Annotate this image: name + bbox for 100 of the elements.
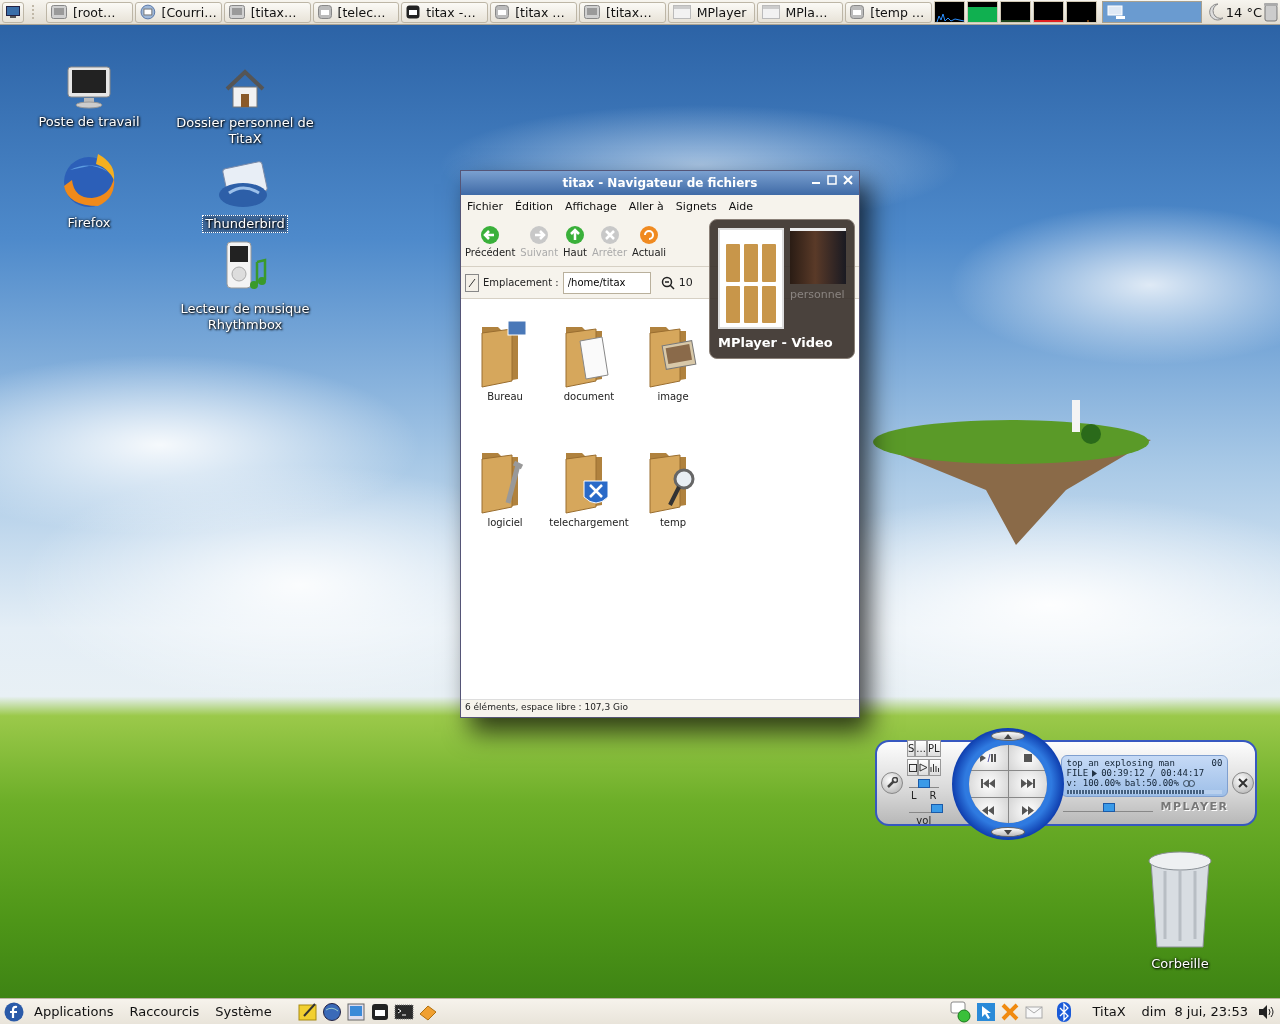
playlist-toggle-button[interactable] [918,759,930,776]
workspace-switcher[interactable] [1102,1,1202,23]
transport-button[interactable] [969,745,1008,771]
equalizer-button[interactable] [929,759,941,776]
skin-button[interactable]: ... [915,740,927,757]
computer-icon [5,6,20,18]
panel-menu[interactable]: Raccourcis [123,1004,206,1019]
console-icon[interactable] [393,1001,414,1022]
time-readout: 00:39:12 / 00:44:17 [1101,768,1205,778]
system-monitor-graph [1033,1,1065,23]
icon-label: Firefox [66,214,112,232]
transport-button[interactable] [1008,797,1047,823]
down-triangle-icon [1004,829,1012,835]
balance-slider[interactable] [909,778,939,788]
maximize-icon[interactable] [827,175,837,185]
transport-button[interactable] [1008,771,1047,797]
trash-icon[interactable] [1264,2,1279,22]
menu-item[interactable]: Fichier [467,199,503,213]
volume-label: vol [916,815,932,826]
folder-label: Bureau [487,391,523,402]
house-icon[interactable] [224,68,266,110]
folder-label: image [657,391,689,402]
balance-readout: bal:50.00% [1124,778,1179,788]
up-triangle-icon [1004,733,1012,739]
toolbar-button[interactable]: Haut [563,225,587,258]
stop-icon [599,225,620,245]
transport-button[interactable] [1008,745,1047,771]
show-desktop-button[interactable] [2,1,24,23]
next-icon [1020,779,1035,789]
menu-item[interactable]: Aide [728,199,753,213]
zoom-out-icon[interactable] [660,275,675,290]
task-button[interactable]: [temp … [845,1,933,23]
triangle-icon [919,763,929,772]
bluetooth-icon[interactable] [1056,1000,1073,1023]
terminal-icon[interactable] [369,1001,390,1022]
globe-icon[interactable] [321,1001,342,1022]
volume-icon[interactable] [1258,1003,1276,1020]
edit-location-icon[interactable] [465,273,479,292]
transport-button[interactable] [969,771,1008,797]
window-toggle-button[interactable] [907,759,919,776]
close-button[interactable] [1232,772,1255,794]
terminal-icon [50,5,67,19]
notes-icon[interactable] [297,1001,318,1022]
mail-icon [139,4,156,20]
computer-icon[interactable] [66,65,112,109]
task-button[interactable]: [root… [45,1,133,23]
fast-forward-icon [1021,805,1034,815]
equalizer-icon [930,763,940,772]
transport-button[interactable] [969,797,1008,823]
task-button[interactable]: [titax… [578,1,666,23]
folder-label: telechargement [549,517,629,528]
cursor-icon[interactable] [976,1001,997,1022]
play-pause-icon [979,752,998,763]
seek-slider[interactable] [1062,801,1153,812]
task-button[interactable]: [telec… [312,1,400,23]
system-monitor-graph [1066,1,1098,23]
wrench-icon [886,777,898,789]
icon-label: Lecteur de musique Rhythmbox [179,300,311,334]
task-button[interactable]: MPla… [756,1,844,23]
slider-thumb[interactable] [917,779,930,788]
console-icon [406,5,421,19]
folder-label: temp [659,517,687,528]
toolbar-button[interactable]: Actuali [632,225,667,258]
close-icon[interactable] [843,175,853,185]
panel-menu[interactable]: Applications [28,1004,120,1019]
up-button[interactable] [991,731,1025,741]
player-logo: MPLAYER [1160,800,1229,813]
folder-label: logiciel [487,517,523,528]
icon-label: Poste de travail [37,113,141,131]
task-button[interactable]: titax -… [401,1,489,23]
file-label: FILE [1066,768,1089,778]
location-label: Emplacement : [483,277,559,288]
reload-icon [639,225,660,245]
task-button[interactable]: [Courri… [134,1,222,23]
window-icon [317,5,332,19]
menu-item[interactable]: Édition [514,199,553,213]
task-button[interactable]: [titax… [223,1,311,23]
slider-thumb[interactable] [1103,802,1116,812]
window-icon [495,5,510,19]
moon-icon [1207,3,1224,21]
task-button[interactable]: [titax … [490,1,577,23]
folder-label: document [563,391,615,402]
right-channel-label: R [929,790,937,801]
menu-item[interactable]: Aller à [628,199,664,213]
close-icon [1238,778,1249,788]
distribution-logo-icon[interactable] [4,1001,24,1022]
toolbar-button[interactable]: Précédent [465,225,516,258]
menu-item[interactable]: Signets [675,199,717,213]
play-indicator-icon [1092,769,1098,777]
panel-menu[interactable]: Système [209,1004,278,1019]
location-field[interactable]: /home/titax [562,271,651,294]
slider-thumb[interactable] [931,804,944,813]
menu-item[interactable]: Affichage [565,199,617,213]
window-icon [850,5,865,19]
media-window-icon [672,5,691,19]
preferences-button[interactable] [881,772,903,794]
chat-bubble-icon[interactable] [950,1000,973,1023]
down-button[interactable] [991,827,1025,837]
task-button[interactable]: MPlayer [667,1,755,23]
stop-icon [1023,753,1032,762]
